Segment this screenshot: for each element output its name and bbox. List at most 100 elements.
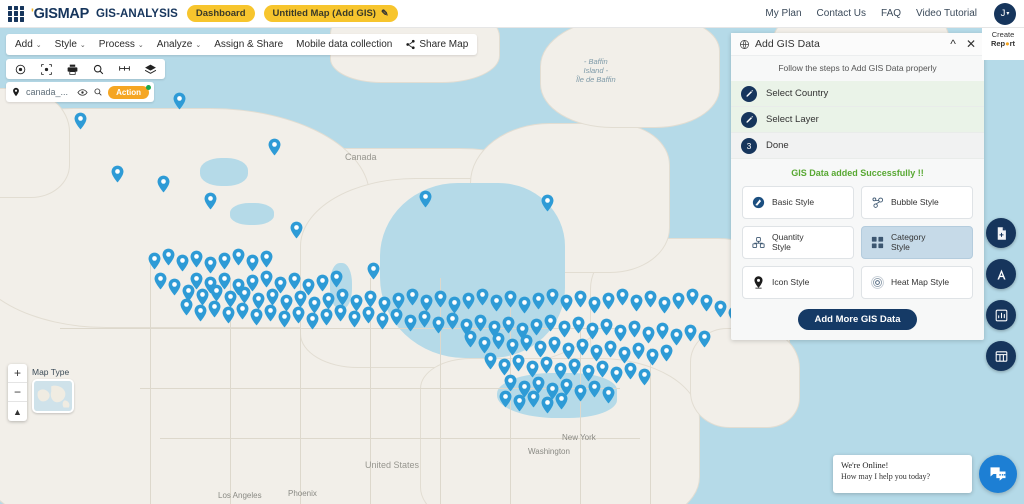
water-winnipeg-lake [330, 263, 352, 309]
chart-icon[interactable] [986, 300, 1016, 330]
style-button-quantity-style[interactable]: Quantity Style [742, 226, 854, 259]
border-line [370, 278, 371, 504]
menu-item-assign-share[interactable]: Assign & Share [214, 39, 283, 50]
close-icon[interactable]: ✕ [966, 38, 976, 50]
panel-title: Add GIS Data [755, 38, 820, 50]
panel-subtitle: Follow the steps to Add GIS Data properl… [778, 63, 937, 73]
border-line [510, 308, 511, 504]
text-style-icon[interactable] [986, 259, 1016, 289]
border-line [580, 328, 581, 504]
chevron-down-icon: ⌄ [137, 41, 144, 49]
table-icon[interactable] [986, 341, 1016, 371]
right-tool-rail [986, 218, 1016, 371]
grid-apps-icon[interactable] [8, 5, 24, 22]
menu-item-add[interactable]: Add ⌄ [15, 39, 42, 50]
header-nav-link-my-plan[interactable]: My Plan [765, 8, 801, 19]
border-line [160, 438, 640, 439]
wizard-step-label: Select Layer [766, 114, 819, 125]
active-layer-row[interactable]: canada_... Action [6, 82, 154, 102]
style-button-icon-style[interactable]: Icon Style [742, 266, 854, 299]
add-more-gis-data-button[interactable]: Add More GIS Data [798, 309, 917, 330]
map-type-thumbnail[interactable] [32, 379, 74, 413]
menu-item-analyze[interactable]: Analyze ⌄ [157, 39, 201, 50]
map-title-pill[interactable]: Untitled Map (Add GIS) ✎ [263, 5, 398, 22]
menu-item-label: Style [54, 39, 77, 50]
border-line [300, 278, 301, 504]
style-button-basic-style[interactable]: Basic Style [742, 186, 854, 219]
status-dot-icon [146, 84, 151, 90]
chat-greeting-bubble[interactable]: We're Online! How may I help you today? [833, 455, 972, 493]
menu-item-process[interactable]: Process ⌄ [99, 39, 144, 50]
menu-item-style[interactable]: Style ⌄ [55, 39, 86, 50]
wizard-step-label: Select Country [766, 88, 829, 99]
header-nav-link-faq[interactable]: FAQ [881, 8, 901, 19]
bubble-style-icon [870, 195, 885, 210]
header-nav-link-contact-us[interactable]: Contact Us [817, 8, 866, 19]
style-button-category-style[interactable]: Category Style [861, 226, 973, 259]
wizard-step-select-layer[interactable]: Select Layer [731, 107, 984, 133]
border-line [230, 278, 231, 504]
pencil-icon[interactable]: ✎ [381, 8, 389, 19]
border-line [440, 278, 441, 504]
search-icon[interactable] [92, 63, 105, 76]
wizard-steps: Select Country Select Layer 3 Done [731, 81, 984, 159]
border-line [150, 258, 151, 504]
layer-action-label: Action [116, 87, 141, 97]
water-hudson-bay [380, 183, 565, 358]
style-button-bubble-style[interactable]: Bubble Style [861, 186, 973, 219]
menu-item-label: Add [15, 39, 33, 50]
style-button-label: Basic Style [772, 196, 815, 207]
add-file-icon[interactable] [986, 218, 1016, 248]
water-great-lakes [497, 373, 617, 418]
zoom-in-button[interactable]: + [8, 364, 27, 383]
map-menu-bar: Add ⌄ Style ⌄ Process ⌄ Analyze ⌄ Assign & Share… [6, 34, 478, 55]
print-icon[interactable] [66, 63, 79, 76]
border-line [650, 348, 651, 504]
chevron-down-icon: ⌄ [195, 41, 202, 49]
create-report-line2: Rep●rt [990, 39, 1016, 49]
compass-north-button[interactable]: ▲ [8, 402, 27, 421]
select-area-icon[interactable] [40, 63, 53, 76]
border-line [60, 328, 620, 329]
chevron-up-icon[interactable]: ^ [950, 38, 956, 50]
icon-style-icon [751, 275, 766, 290]
chat-icon[interactable] [979, 455, 1017, 493]
map-icon-toolbar [6, 59, 165, 79]
layers-icon[interactable] [144, 63, 157, 76]
brand-logo[interactable]: 'GISMAP [31, 6, 89, 22]
quantity-style-icon [751, 235, 766, 250]
target-icon[interactable] [14, 63, 27, 76]
wizard-step-select-country[interactable]: Select Country [731, 81, 984, 107]
menu-item-label: Analyze [156, 39, 193, 50]
style-button-label: Heat Map Style [891, 276, 950, 287]
gismap-application: Canada United States New York Washington Pho… [0, 0, 1024, 504]
water-great-bear-lake [200, 158, 248, 186]
map-title-text: Untitled Map (Add GIS) [272, 8, 376, 19]
menu-item-mobile-data-collection[interactable]: Mobile data collection [296, 39, 392, 50]
eye-icon[interactable] [77, 87, 88, 98]
share-map-button[interactable]: Share Map [405, 39, 468, 50]
zoom-out-button[interactable]: − [8, 383, 27, 402]
wizard-step-done[interactable]: 3 Done [731, 133, 984, 159]
style-button-label: Bubble Style [891, 196, 939, 207]
landmass-maritimes [690, 328, 800, 428]
step-number-badge: 3 [741, 137, 757, 154]
measure-icon[interactable] [118, 63, 131, 76]
share-map-label: Share Map [419, 39, 469, 50]
header-nav-link-video-tutorial[interactable]: Video Tutorial [916, 8, 977, 19]
layer-action-button[interactable]: Action [108, 84, 151, 99]
basic-style-icon [751, 195, 766, 210]
style-button-heatmap-style[interactable]: Heat Map Style [861, 266, 973, 299]
avatar[interactable]: J ▾ [994, 2, 1016, 25]
landmass-alaska [0, 88, 70, 198]
water-great-slave-lake [230, 203, 274, 225]
dashboard-button[interactable]: Dashboard [186, 5, 255, 22]
chevron-down-icon: ⌄ [79, 41, 86, 49]
zoom-icon[interactable] [93, 87, 103, 97]
pencil-icon [741, 85, 757, 102]
avatar-initial: J [1000, 8, 1006, 19]
header-nav: My Plan Contact Us FAQ Video Tutorial J ▾ [765, 2, 1024, 25]
style-button-label: Icon Style [772, 276, 810, 287]
create-report-button[interactable]: Create Rep●rt [982, 28, 1024, 60]
success-message: GIS Data added Successfully !! [791, 168, 924, 178]
